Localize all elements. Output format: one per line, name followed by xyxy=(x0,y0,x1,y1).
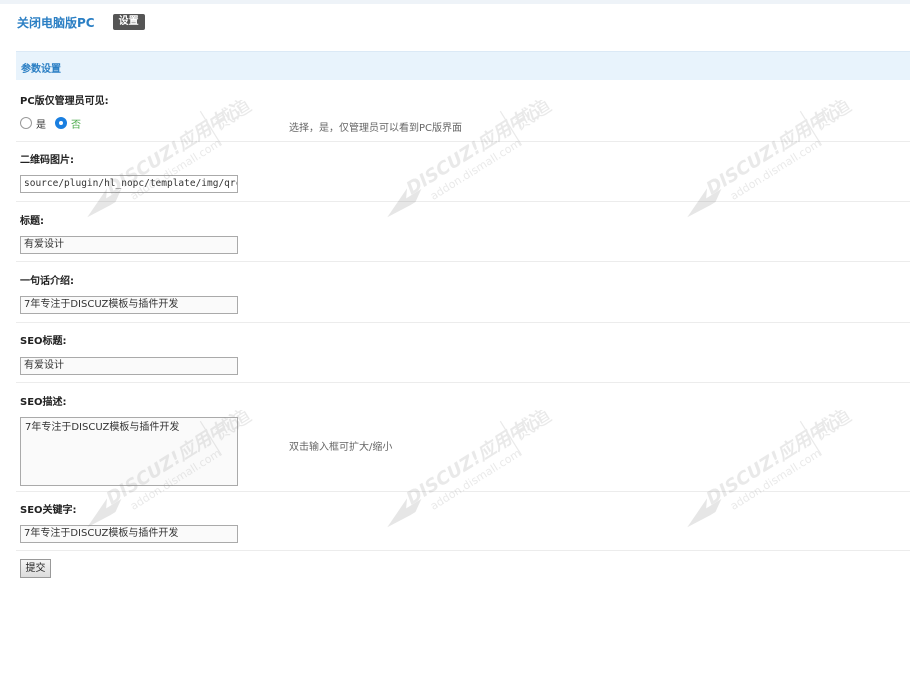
svg-text:addon.dismall.com: addon.dismall.com xyxy=(428,137,523,203)
title-input[interactable]: 有爱设计 xyxy=(20,236,238,254)
intro-label: 一句话介绍: xyxy=(20,276,74,287)
divider xyxy=(16,141,910,142)
svg-text:DISCUZ!应用中心: DISCUZ!应用中心 xyxy=(403,100,547,199)
divider xyxy=(16,382,910,383)
svg-text:DISCUZ!应用中心: DISCUZ!应用中心 xyxy=(703,410,847,509)
svg-text:贰道: 贰道 xyxy=(509,410,556,444)
page-title[interactable]: 关闭电脑版PC xyxy=(17,14,95,31)
svg-text:贰道: 贰道 xyxy=(509,100,556,134)
intro-input[interactable]: 7年专注于DISCUZ模板与插件开发 xyxy=(20,296,238,314)
qrcode-label: 二维码图片: xyxy=(20,155,74,166)
svg-text:贰道: 贰道 xyxy=(809,410,856,444)
svg-text:DISCUZ!应用中心: DISCUZ!应用中心 xyxy=(703,100,847,199)
seo-title-input[interactable]: 有爱设计 xyxy=(20,357,238,375)
seo-desc-label: SEO描述: xyxy=(20,397,67,408)
watermark-logo: DISCUZ!应用中心 addon.dismall.com 贰道 xyxy=(687,100,856,218)
radio-yes-label[interactable]: 是 xyxy=(36,116,46,131)
settings-button[interactable]: 设置 xyxy=(112,14,145,30)
section-title: 参数设置 xyxy=(21,64,61,75)
seo-desc-hint: 双击输入框可扩大/缩小 xyxy=(289,442,393,453)
divider xyxy=(16,550,910,551)
pc-admin-visible-label: PC版仅管理员可见: xyxy=(20,96,109,107)
pc-admin-visible-hint: 选择，是，仅管理员可以看到PC版界面 xyxy=(289,123,463,134)
seo-keywords-label: SEO关键字: xyxy=(20,505,77,516)
watermark-logo: DISCUZ!应用中心 addon.dismall.com 贰道 xyxy=(387,100,556,218)
svg-text:addon.dismall.com: addon.dismall.com xyxy=(728,137,823,203)
svg-text:DISCUZ!应用中心: DISCUZ!应用中心 xyxy=(403,410,547,509)
watermark-logo: DISCUZ!应用中心 addon.dismall.com 贰道 xyxy=(87,100,256,218)
svg-text:贰道: 贰道 xyxy=(209,100,256,134)
svg-text:addon.dismall.com: addon.dismall.com xyxy=(728,447,823,513)
radio-no-label[interactable]: 否 xyxy=(71,116,81,131)
watermark-logo: DISCUZ!应用中心 addon.dismall.com 贰道 xyxy=(687,410,856,528)
divider xyxy=(16,201,910,202)
seo-desc-textarea[interactable]: 7年专注于DISCUZ模板与插件开发 xyxy=(20,417,238,486)
top-strip xyxy=(0,0,910,4)
seo-title-label: SEO标题: xyxy=(20,336,67,347)
divider xyxy=(16,322,910,323)
divider xyxy=(16,491,910,492)
page-header: 关闭电脑版PC 设置 xyxy=(17,13,145,31)
divider xyxy=(16,261,910,262)
seo-keywords-input[interactable]: 7年专注于DISCUZ模板与插件开发 xyxy=(20,525,238,543)
radio-no[interactable] xyxy=(55,117,67,129)
pc-admin-visible-radio-group: 是 否 xyxy=(20,116,90,131)
submit-button[interactable]: 提交 xyxy=(20,559,51,578)
svg-text:贰道: 贰道 xyxy=(809,100,856,134)
svg-text:addon.dismall.com: addon.dismall.com xyxy=(428,447,523,513)
qrcode-input[interactable]: source/plugin/hl_nopc/template/img/qrcc xyxy=(20,175,238,193)
title-label: 标题: xyxy=(20,216,44,227)
section-header: 参数设置 xyxy=(16,51,910,80)
watermark-logo: DISCUZ!应用中心 addon.dismall.com 贰道 xyxy=(387,410,556,528)
radio-yes[interactable] xyxy=(20,117,32,129)
